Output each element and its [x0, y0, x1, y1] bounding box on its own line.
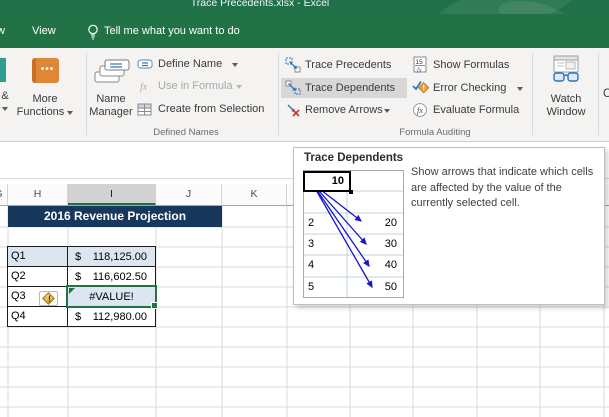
- sheet-banner[interactable]: 2016 Revenue Projection: [8, 206, 222, 227]
- tooltip-title: Trace Dependents: [304, 152, 403, 164]
- cell-q4-label[interactable]: Q4: [8, 307, 68, 327]
- table-row: Q4 $112,980.00: [8, 307, 156, 327]
- mini-cell: 2: [308, 213, 314, 234]
- mini-selected-cell: 10: [303, 171, 351, 192]
- cell-q3-label[interactable]: Q3: [8, 287, 68, 307]
- cell-q2-label[interactable]: Q2: [8, 267, 68, 287]
- cell-q3-value-error[interactable]: #VALUE!: [68, 287, 156, 307]
- table-row: Q3 #VALUE!: [8, 287, 156, 307]
- excel-window: Trace Precedents.xlsx - Excel w View Tel…: [0, 0, 609, 417]
- column-header-i-selected[interactable]: I: [68, 184, 156, 205]
- mini-fill-handle: [349, 190, 353, 194]
- cell-q1-label[interactable]: Q1: [8, 247, 68, 267]
- cell-q1-value[interactable]: $118,125.00: [68, 247, 156, 267]
- tooltip-description: Show arrows that indicate which cells ar…: [411, 165, 606, 212]
- table-row: Q1 $118,125.00: [8, 247, 156, 267]
- warning-exclamation: !: [40, 293, 59, 305]
- revenue-table: Q1 $118,125.00 Q2 $116,602.50 Q3 #VALUE!…: [7, 246, 156, 327]
- table-row: Q2 $116,602.50: [8, 267, 156, 287]
- trace-dependents-tooltip: Trace Dependents Show arrows that indica…: [293, 147, 605, 305]
- mini-cell: 20: [347, 213, 397, 234]
- column-header-h[interactable]: H: [8, 184, 68, 205]
- mini-cell: 30: [347, 234, 397, 255]
- mini-cell: 4: [308, 255, 314, 276]
- cell-q4-value[interactable]: $112,980.00: [68, 307, 156, 327]
- column-header-g[interactable]: G: [0, 184, 8, 205]
- mini-cell: 5: [308, 277, 314, 298]
- column-header-j[interactable]: J: [156, 184, 222, 205]
- mini-cell: 50: [347, 277, 397, 298]
- cell-q2-value[interactable]: $116,602.50: [68, 267, 156, 287]
- error-options-button[interactable]: !: [39, 291, 58, 306]
- tooltip-mini-sheet: 10 2 20 3 30 4 40 5 50: [303, 170, 404, 298]
- mini-cell: 3: [308, 234, 314, 255]
- column-header-k[interactable]: K: [222, 184, 287, 205]
- mini-cell: 40: [347, 255, 397, 276]
